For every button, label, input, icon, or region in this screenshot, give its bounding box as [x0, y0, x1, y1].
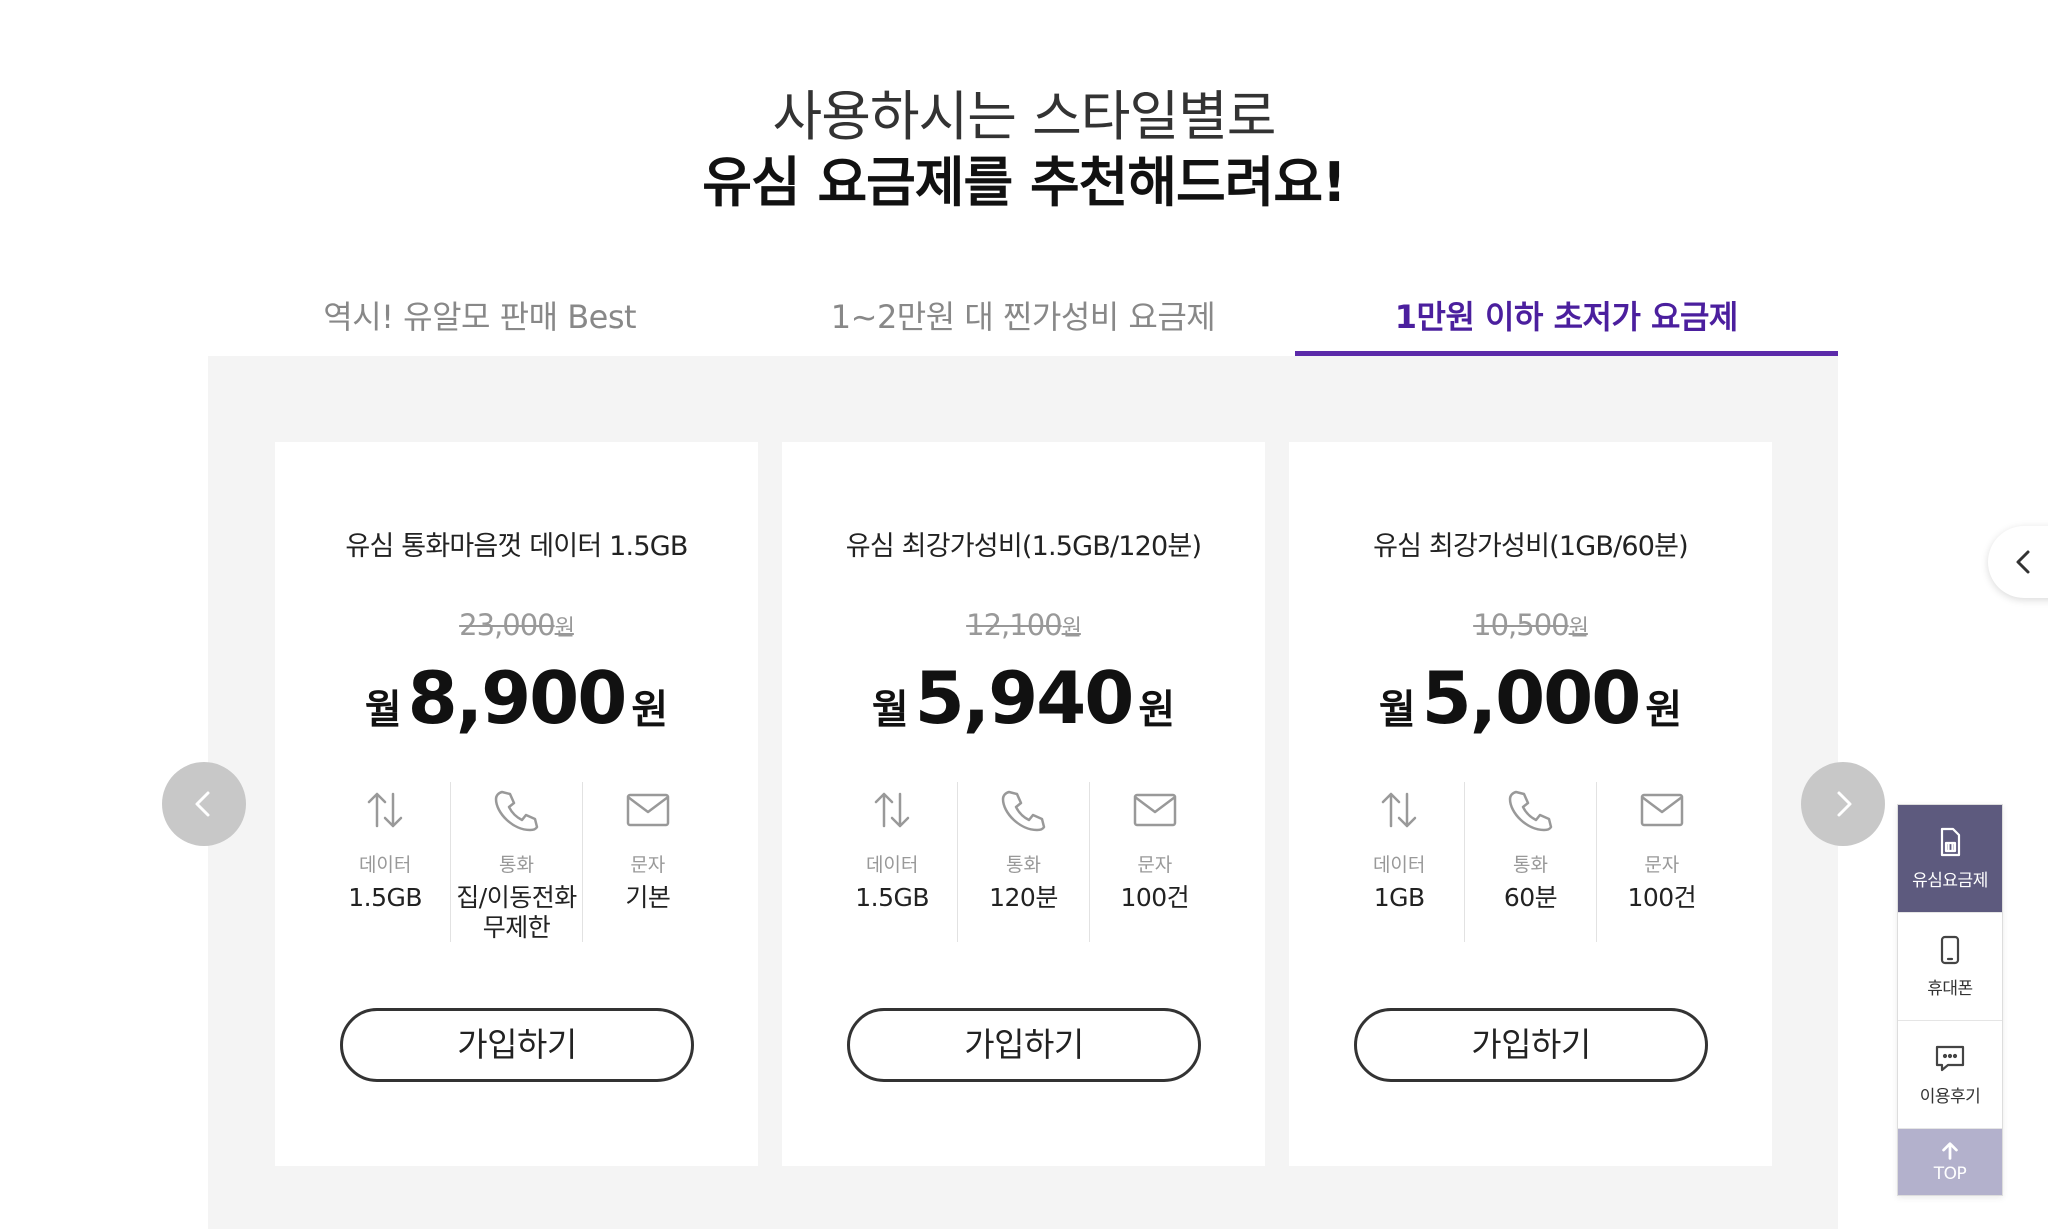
tab-budget-plans[interactable]: 1만원 이하 초저가 요금제 [1295, 282, 1838, 358]
quick-menu-phones[interactable]: 휴대폰 [1898, 913, 2002, 1021]
chevron-left-icon [195, 791, 210, 817]
review-chat-icon [1935, 1045, 1965, 1072]
plan-category-tabs: 역시! 유알모 판매 Best 1~2만원 대 찐가성비 요금제 1만원 이하 … [208, 282, 1838, 358]
spec-value: 집/이동전화 무제한 [456, 883, 577, 942]
data-arrows-icon [827, 780, 957, 840]
page: 사용하시는 스타일별로 유심 요금제를 추천해드려요! 역시! 유알모 판매 B… [0, 0, 2048, 1229]
plan-specs: 데이터 1GB 통화 60분 문자 100건 [1334, 782, 1727, 942]
spec-label: 통화 [499, 854, 534, 876]
sim-card-icon [1940, 827, 1961, 857]
monthly-price: 월5,000 원 [1289, 656, 1772, 740]
carousel-prev-button[interactable] [162, 762, 246, 846]
price-prefix: 월 [364, 687, 402, 733]
plan-specs: 데이터 1.5GB 통화 집/이동전화 무제한 문자 기본 [320, 782, 713, 942]
join-button[interactable]: 가입하기 [340, 1008, 694, 1082]
phone-icon [958, 780, 1088, 840]
section-title: 유심 요금제를 추천해드려요! [702, 151, 1346, 214]
spec-label: 데이터 [865, 854, 919, 876]
spec-value: 100건 [1120, 883, 1190, 912]
tab-best-sellers[interactable]: 역시! 유알모 판매 Best [208, 282, 751, 358]
join-button[interactable]: 가입하기 [1354, 1008, 1708, 1082]
spec-label: 문자 [630, 854, 666, 876]
spec-data: 데이터 1GB [1334, 782, 1464, 942]
quick-menu-label: 휴대폰 [1927, 979, 1973, 999]
original-price-unit: 원 [1061, 616, 1082, 641]
spec-call: 통화 120분 [957, 782, 1088, 942]
data-arrows-icon [320, 780, 450, 840]
mail-icon [1090, 780, 1220, 840]
spec-data: 데이터 1.5GB [320, 782, 450, 942]
spec-value: 1.5GB [855, 883, 930, 912]
spec-label: 데이터 [358, 854, 412, 876]
mobile-phone-icon [1940, 935, 1960, 965]
quick-menu-sim-plans[interactable]: 유심요금제 [1898, 805, 2002, 913]
spec-call: 통화 60분 [1464, 782, 1595, 942]
price-unit: 원 [631, 687, 669, 733]
phone-icon [451, 780, 581, 840]
spec-value: 기본 [625, 883, 671, 912]
plan-cards: 유심 통화마음껏 데이터 1.5GB 23,000원 월8,900 원 데이터 1… [275, 442, 1772, 1166]
price-unit: 원 [1138, 687, 1176, 733]
spec-value: 1GB [1373, 883, 1425, 912]
quick-menu-reviews[interactable]: 이용후기 [1898, 1021, 2002, 1129]
spec-value: 120분 [989, 883, 1058, 912]
spec-label: 통화 [1513, 854, 1548, 876]
spec-label: 데이터 [1372, 854, 1426, 876]
arrow-up-icon [1942, 1142, 1958, 1160]
join-button[interactable]: 가입하기 [847, 1008, 1201, 1082]
price-amount: 5,000 [1421, 656, 1642, 740]
tab-value-plans[interactable]: 1~2만원 대 찐가성비 요금제 [751, 282, 1294, 358]
price-unit: 원 [1645, 687, 1683, 733]
quick-menu-label: 이용후기 [1919, 1087, 1981, 1107]
mail-icon [583, 780, 713, 840]
spec-label: 문자 [1137, 854, 1173, 876]
original-price-unit: 원 [554, 616, 575, 641]
original-price: 12,100원 [782, 608, 1265, 642]
spec-call: 통화 집/이동전화 무제한 [450, 782, 581, 942]
price-prefix: 월 [871, 687, 909, 733]
original-price-value: 12,100 [966, 608, 1062, 642]
chevron-left-icon [2016, 550, 2030, 574]
spec-sms: 문자 100건 [1595, 780, 1727, 942]
plan-name: 유심 통화마음껏 데이터 1.5GB [345, 531, 688, 562]
original-price: 23,000원 [275, 608, 758, 642]
original-price-value: 23,000 [459, 608, 555, 642]
price-amount: 8,900 [407, 656, 628, 740]
spec-label: 통화 [1006, 854, 1041, 876]
monthly-price: 월5,940 원 [782, 656, 1265, 740]
scroll-top-button[interactable]: TOP [1898, 1129, 2002, 1195]
price-amount: 5,940 [914, 656, 1135, 740]
quick-menu: 유심요금제 휴대폰 이용후기 TOP [1897, 804, 2003, 1196]
plan-card: 유심 최강가성비(1.5GB/120분) 12,100원 월5,940 원 데이터… [782, 442, 1265, 1166]
spec-value: 100건 [1627, 883, 1697, 912]
original-price: 10,500원 [1289, 608, 1772, 642]
plan-name: 유심 최강가성비(1.5GB/120분) [845, 531, 1202, 562]
price-prefix: 월 [1378, 687, 1416, 733]
plan-card: 유심 통화마음껏 데이터 1.5GB 23,000원 월8,900 원 데이터 1… [275, 442, 758, 1166]
chevron-right-icon [1837, 791, 1852, 817]
plan-specs: 데이터 1.5GB 통화 120분 문자 100건 [827, 782, 1220, 942]
spec-data: 데이터 1.5GB [827, 782, 957, 942]
spec-label: 문자 [1644, 854, 1680, 876]
monthly-price: 월8,900 원 [275, 656, 758, 740]
original-price-value: 10,500 [1473, 608, 1569, 642]
spec-sms: 문자 100건 [1088, 780, 1220, 942]
carousel-next-button[interactable] [1801, 762, 1885, 846]
spec-value: 60분 [1503, 883, 1558, 912]
spec-value: 1.5GB [348, 883, 423, 912]
original-price-unit: 원 [1568, 616, 1589, 641]
scroll-top-label: TOP [1933, 1164, 1967, 1184]
plan-name: 유심 최강가성비(1GB/60분) [1373, 531, 1689, 562]
mail-icon [1597, 780, 1727, 840]
quick-menu-label: 유심요금제 [1912, 871, 1988, 891]
plan-card: 유심 최강가성비(1GB/60분) 10,500원 월5,000 원 데이터 1G… [1289, 442, 1772, 1166]
phone-icon [1465, 780, 1595, 840]
side-drawer-toggle[interactable] [1988, 526, 2048, 598]
spec-sms: 문자 기본 [581, 780, 713, 942]
data-arrows-icon [1334, 780, 1464, 840]
